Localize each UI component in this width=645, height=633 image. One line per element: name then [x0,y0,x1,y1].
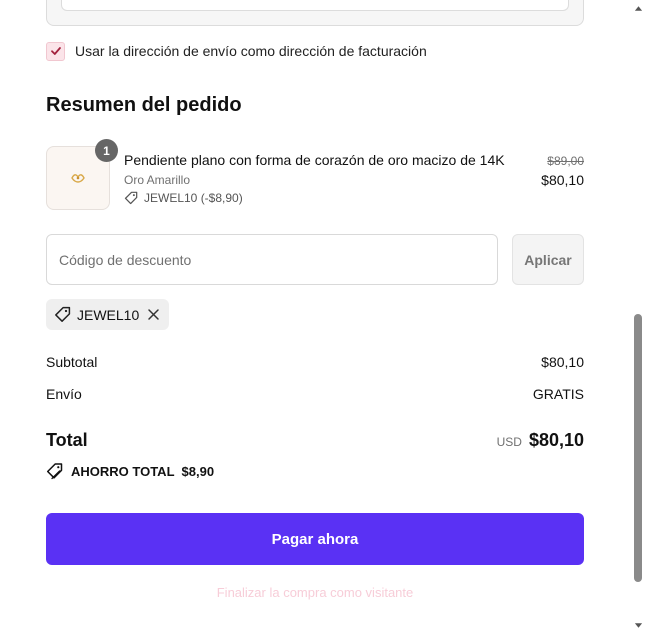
discount-code-input[interactable] [46,234,498,285]
subtotal-value: $80,10 [541,354,584,370]
product-discount-label: JEWEL10 (-$8,90) [144,191,243,205]
total-row: Total USD $80,10 [46,430,584,454]
quantity-badge: 1 [95,139,118,162]
product-original-price: $89,00 [547,154,584,168]
billing-address-option: Usar la dirección de envío como direcció… [46,41,427,61]
applied-discount-chip: JEWEL10 [46,299,170,330]
check-icon [50,47,61,55]
applied-discount-code: JEWEL10 [77,306,140,323]
tag-icon [54,306,71,323]
product-price: $80,10 [541,172,584,188]
product-variant: Oro Amarillo [124,173,191,187]
subtotal-label: Subtotal [46,354,98,370]
order-line-item: 1 Pendiente plano con forma de corazón d… [46,139,584,210]
shipping-label: Envío [46,386,82,402]
billing-checkbox[interactable] [46,41,65,61]
earring-image-icon [71,174,85,183]
order-summary-title: Resumen del pedido [46,94,242,116]
total-value-group: USD $80,10 [497,430,584,451]
scrollbar[interactable] [631,0,645,633]
product-name: Pendiente plano con forma de corazón de … [124,152,505,168]
tags-icon [46,463,63,480]
triangle-up-icon[interactable] [633,3,643,13]
shipping-row: Envío GRATIS [46,386,584,402]
address-field-container [46,0,584,26]
triangle-down-icon[interactable] [633,620,643,630]
total-savings: AHORRO TOTAL $8,90 [46,462,214,480]
shipping-value: GRATIS [532,386,584,402]
savings-amount: $8,90 [181,463,215,479]
currency-code: USD [496,435,522,449]
guest-checkout-link[interactable]: Finalizar la compra como visitante [46,585,584,600]
billing-checkbox-label[interactable]: Usar la dirección de envío como direcció… [75,43,427,59]
remove-discount-button[interactable] [147,308,160,321]
tag-icon [124,191,138,205]
apply-discount-button[interactable]: Aplicar [512,234,584,285]
total-amount: $80,10 [528,430,584,450]
close-icon [148,309,159,320]
total-label: Total [46,430,88,450]
savings-label: AHORRO TOTAL [71,463,175,479]
product-discount: JEWEL10 (-$8,90) [124,191,243,205]
subtotal-row: Subtotal $80,10 [46,354,584,370]
scrollbar-thumb[interactable] [634,314,642,582]
pay-now-button[interactable]: Pagar ahora [46,513,584,565]
address-field[interactable] [61,0,569,11]
